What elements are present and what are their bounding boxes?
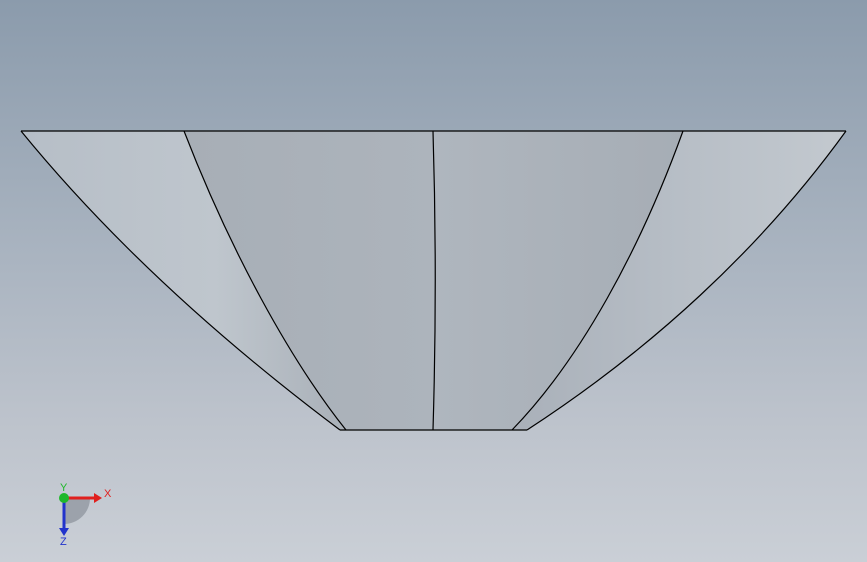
graphics-viewport[interactable]: X Y Z xyxy=(0,0,867,562)
x-axis-label: X xyxy=(104,488,112,500)
y-axis-label: Y xyxy=(60,482,68,494)
triad-shade xyxy=(64,498,90,524)
reference-triad: X Y Z xyxy=(59,482,112,548)
z-axis-label: Z xyxy=(60,536,67,548)
y-axis-dot xyxy=(59,493,69,503)
3d-model[interactable] xyxy=(0,0,867,562)
